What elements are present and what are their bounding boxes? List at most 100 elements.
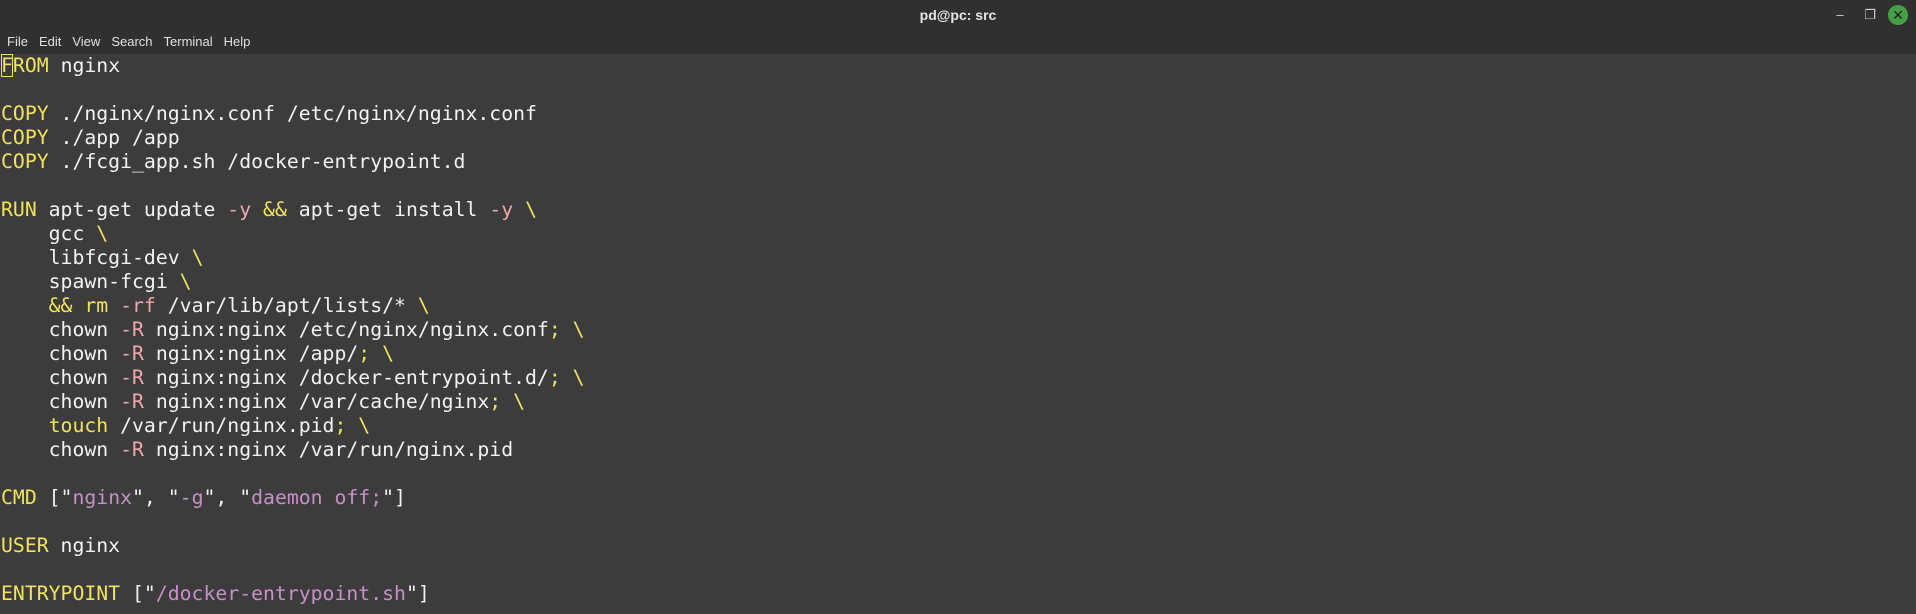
code-token: ; \ xyxy=(489,390,526,413)
code-token: nginx:nginx /app/ xyxy=(143,342,359,365)
code-token: nginx xyxy=(72,486,133,509)
terminal-line: touch /var/run/nginx.pid; \ xyxy=(1,414,1916,438)
minimize-button[interactable]: – xyxy=(1830,5,1850,25)
terminal-line: chown -R nginx:nginx /app/; \ xyxy=(1,342,1916,366)
terminal-content[interactable]: FROM nginx COPY ./nginx/nginx.conf /etc/n… xyxy=(0,54,1916,614)
code-token: spawn-fcgi xyxy=(1,270,180,293)
code-token: COPY xyxy=(1,150,49,173)
code-token: gcc xyxy=(1,222,97,245)
code-token: /docker-entrypoint.sh xyxy=(155,582,406,605)
menu-file[interactable]: File xyxy=(7,30,37,54)
menu-help[interactable]: Help xyxy=(224,30,260,54)
code-token: && xyxy=(263,198,287,221)
code-token: "] xyxy=(405,582,430,605)
code-token: ./nginx/nginx.conf /etc/nginx/nginx.conf xyxy=(48,102,537,125)
code-token: && rm xyxy=(48,294,109,317)
code-token: COPY xyxy=(1,102,49,125)
terminal-line: CMD ["nginx", "-g", "daemon off;"] xyxy=(1,486,1916,510)
scrollbar[interactable] xyxy=(1902,54,1916,614)
code-token: chown xyxy=(1,366,121,389)
code-token: apt-get install xyxy=(286,198,490,221)
code-token: [" xyxy=(120,582,156,605)
terminal-line: chown -R nginx:nginx /var/run/nginx.pid xyxy=(1,438,1916,462)
code-token: -R xyxy=(120,366,144,389)
menu-view[interactable]: View xyxy=(72,30,109,54)
terminal-line: chown -R nginx:nginx /var/cache/nginx; \ xyxy=(1,390,1916,414)
code-token: apt-get update xyxy=(36,198,228,221)
code-token: "] xyxy=(382,486,406,509)
code-token: USER xyxy=(1,534,49,557)
menu-search[interactable]: Search xyxy=(111,30,161,54)
terminal-line: ENTRYPOINT ["/docker-entrypoint.sh"] xyxy=(1,582,1916,606)
code-token: ; \ xyxy=(548,318,585,341)
code-token: \ xyxy=(179,270,192,293)
terminal-line: RUN apt-get update -y && apt-get install… xyxy=(1,198,1916,222)
code-token: \ xyxy=(417,294,430,317)
terminal-line: COPY ./app /app xyxy=(1,126,1916,150)
code-token: /var/run/nginx.pid xyxy=(108,414,335,437)
close-button[interactable]: ✕ xyxy=(1888,5,1908,25)
code-token: nginx:nginx /var/run/nginx.pid xyxy=(143,438,514,461)
code-token: nginx:nginx /var/cache/nginx xyxy=(143,390,490,413)
terminal-line: && rm -rf /var/lib/apt/lists/* \ xyxy=(1,294,1916,318)
code-token: \ xyxy=(525,198,538,221)
terminal-line: COPY ./fcgi_app.sh /docker-entrypoint.d xyxy=(1,150,1916,174)
code-token: nginx:nginx /docker-entrypoint.d/ xyxy=(143,366,549,389)
code-token: \ xyxy=(96,222,109,245)
code-token: ; \ xyxy=(358,342,395,365)
code-token: nginx xyxy=(48,534,121,557)
code-token: chown xyxy=(1,390,121,413)
code-token: ", " xyxy=(132,486,180,509)
menu-terminal[interactable]: Terminal xyxy=(164,30,222,54)
code-token: ; \ xyxy=(334,414,371,437)
window-title: pd@pc: src xyxy=(919,7,997,23)
code-token: touch xyxy=(48,414,109,437)
code-token: nginx:nginx /etc/nginx/nginx.conf xyxy=(143,318,549,341)
maximize-button[interactable]: ❐ xyxy=(1860,5,1880,25)
code-token: libfcgi-dev xyxy=(1,246,192,269)
code-token: ", " xyxy=(203,486,252,509)
code-token: RUN xyxy=(1,198,37,221)
terminal-line: gcc \ xyxy=(1,222,1916,246)
terminal-line: spawn-fcgi \ xyxy=(1,270,1916,294)
code-token: -R xyxy=(120,390,144,413)
code-token: ENTRYPOINT xyxy=(1,582,121,605)
terminal-line: chown -R nginx:nginx /etc/nginx/nginx.co… xyxy=(1,318,1916,342)
title-bar[interactable]: pd@pc: src – ❐ ✕ xyxy=(0,0,1916,30)
code-token: ./app /app xyxy=(48,126,180,149)
text-cursor: F xyxy=(1,54,13,77)
code-token: ./fcgi_app.sh /docker-entrypoint.d xyxy=(48,150,466,173)
code-token: -rf xyxy=(120,294,156,317)
code-token: -R xyxy=(120,318,144,341)
code-token: /var/lib/apt/lists/* xyxy=(155,294,418,317)
code-token: chown xyxy=(1,342,121,365)
menu-bar: File Edit View Search Terminal Help xyxy=(0,30,1916,54)
terminal-window: pd@pc: src – ❐ ✕ File Edit View Search T… xyxy=(0,0,1916,614)
code-token: nginx xyxy=(48,54,121,77)
code-token: -y xyxy=(489,198,514,221)
menu-edit[interactable]: Edit xyxy=(39,30,70,54)
code-token: \ xyxy=(191,246,204,269)
terminal-line: libfcgi-dev \ xyxy=(1,246,1916,270)
code-token: daemon off; xyxy=(251,486,383,509)
code-token: chown xyxy=(1,438,121,461)
terminal-line: chown -R nginx:nginx /docker-entrypoint.… xyxy=(1,366,1916,390)
code-token: chown xyxy=(1,318,121,341)
code-token: [" xyxy=(36,486,73,509)
code-token: -y xyxy=(227,198,252,221)
code-token: CMD xyxy=(1,486,37,509)
code-token: -R xyxy=(120,438,144,461)
terminal-line: FROM nginx xyxy=(1,54,1916,78)
code-token: ROM xyxy=(12,54,49,77)
terminal-line: COPY ./nginx/nginx.conf /etc/nginx/nginx… xyxy=(1,102,1916,126)
code-token: COPY xyxy=(1,126,49,149)
